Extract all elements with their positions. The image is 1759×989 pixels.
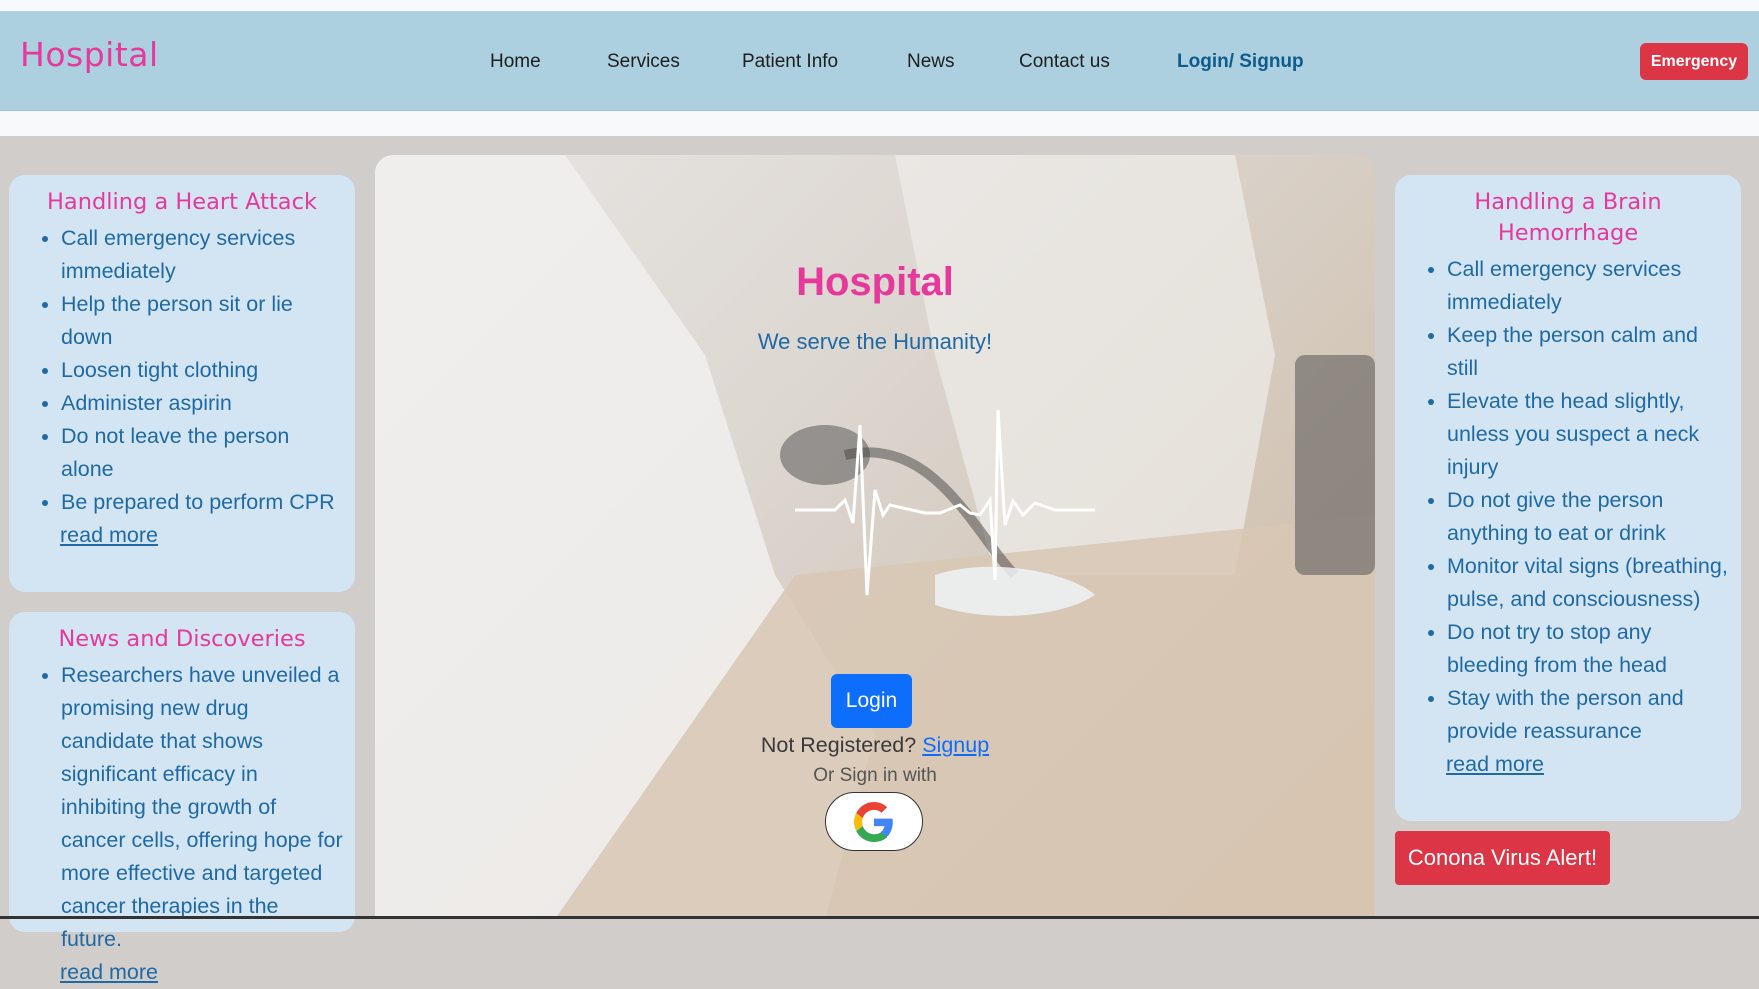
- list-item: Administer aspirin: [61, 387, 345, 420]
- heart-read-more-link[interactable]: read more: [60, 519, 345, 552]
- login-button[interactable]: Login: [831, 674, 912, 728]
- nav-links: Home Services Patient Info News Contact …: [0, 51, 1759, 81]
- signup-link[interactable]: Signup: [922, 733, 989, 757]
- emergency-button[interactable]: Emergency: [1640, 43, 1748, 80]
- not-registered-text: Not Registered? Signup: [375, 733, 1375, 758]
- brain-hemorrhage-card: Handling a Brain Hemorrhage Call emergen…: [1395, 175, 1741, 821]
- list-item: Call emergency services immediately: [1447, 253, 1731, 319]
- list-item: Keep the person calm and still: [1447, 319, 1731, 385]
- list-item: Researchers have unveiled a promising ne…: [61, 659, 345, 956]
- list-item: Elevate the head slightly, unless you su…: [1447, 385, 1731, 484]
- navbar: Hospital Home Services Patient Info News…: [0, 11, 1759, 111]
- nav-services[interactable]: Services: [607, 51, 680, 73]
- brain-hemorrhage-list: Call emergency services immediately Keep…: [1405, 253, 1731, 748]
- hero-subtitle: We serve the Humanity!: [757, 329, 993, 354]
- news-title: News and Discoveries: [58, 626, 306, 652]
- google-signin-button[interactable]: [825, 792, 923, 851]
- white-strip: [0, 111, 1759, 136]
- nav-login-signup[interactable]: Login/ Signup: [1177, 51, 1304, 73]
- news-card: News and Discoveries Researchers have un…: [9, 612, 355, 984]
- corona-alert-button[interactable]: Conona Virus Alert!: [1395, 831, 1610, 885]
- news-list: Researchers have unveiled a promising ne…: [19, 659, 345, 956]
- list-item: Call emergency services immediately: [61, 222, 345, 288]
- nav-contact[interactable]: Contact us: [1019, 51, 1110, 73]
- nav-news[interactable]: News: [907, 51, 955, 73]
- list-item: Be prepared to perform CPR: [61, 486, 345, 519]
- or-sign-in-text: Or Sign in with: [813, 765, 937, 786]
- heartbeat-icon: [795, 409, 1095, 596]
- brain-read-more-link[interactable]: read more: [1446, 748, 1731, 781]
- brain-hemorrhage-title: Handling a Brain Hemorrhage: [1474, 189, 1662, 246]
- list-item: Do not give the person anything to eat o…: [1447, 484, 1731, 550]
- list-item: Do not leave the person alone: [61, 420, 345, 486]
- heart-attack-list: Call emergency services immediately Help…: [19, 222, 345, 519]
- nav-patient-info[interactable]: Patient Info: [742, 51, 838, 73]
- list-item: Do not try to stop any bleeding from the…: [1447, 616, 1731, 682]
- list-item: Loosen tight clothing: [61, 354, 345, 387]
- nav-home[interactable]: Home: [490, 51, 541, 73]
- top-strip: [0, 0, 1759, 11]
- google-icon: [854, 801, 893, 842]
- list-item: Monitor vital signs (breathing, pulse, a…: [1447, 550, 1731, 616]
- not-registered-label: Not Registered?: [760, 733, 917, 757]
- hero-banner: Hospital We serve the Humanity! Login No…: [375, 155, 1375, 919]
- list-item: Help the person sit or lie down: [61, 288, 345, 354]
- heart-attack-card: Handling a Heart Attack Call emergency s…: [9, 175, 355, 592]
- list-item: Stay with the person and provide reassur…: [1447, 682, 1731, 748]
- heart-attack-title: Handling a Heart Attack: [47, 189, 317, 215]
- hero-title: Hospital: [796, 260, 954, 304]
- news-read-more-link[interactable]: read more: [60, 956, 345, 989]
